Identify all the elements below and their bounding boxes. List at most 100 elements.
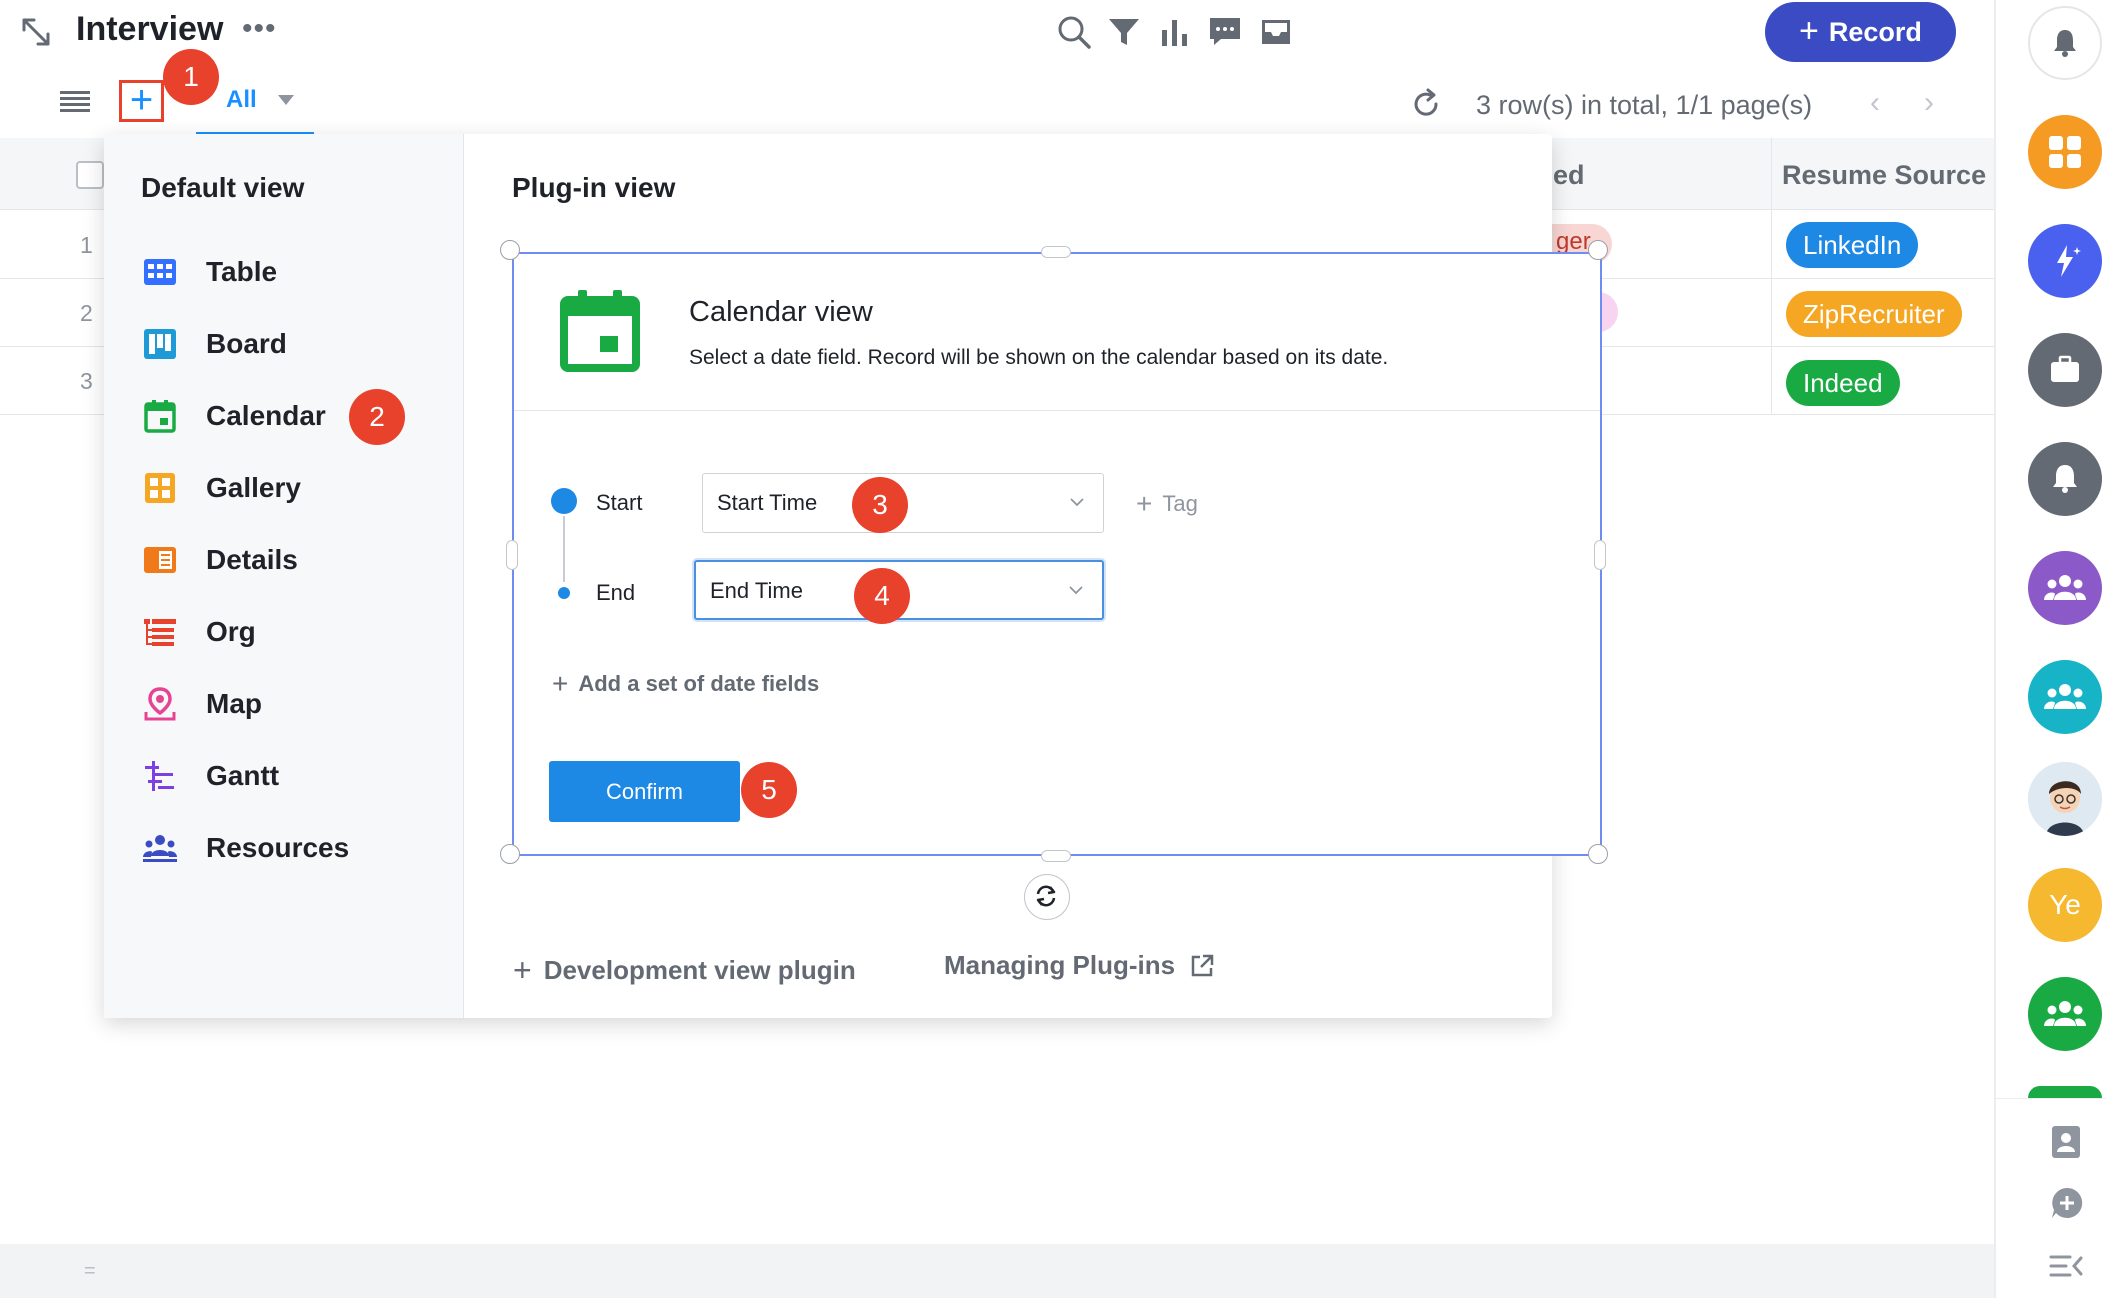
calendar-icon xyxy=(144,400,176,433)
resize-handle-left[interactable] xyxy=(506,540,518,570)
gantt-icon xyxy=(145,761,174,791)
view-option-map[interactable]: Map xyxy=(142,682,262,726)
team-app-button[interactable] xyxy=(2028,660,2102,734)
column-header-resume-source[interactable]: Resume Source xyxy=(1782,160,1986,191)
resize-handle-top-left[interactable] xyxy=(500,240,520,260)
bottom-status-bar: = xyxy=(0,1244,1994,1298)
add-chat-icon[interactable] xyxy=(2050,1186,2084,1220)
collapse-sidebar-icon[interactable] xyxy=(2048,1252,2084,1280)
briefcase-app-button[interactable] xyxy=(2028,333,2102,407)
resize-grip-icon[interactable]: = xyxy=(84,1260,96,1283)
resize-handle-top[interactable] xyxy=(1041,246,1071,258)
resources-icon xyxy=(143,835,177,862)
resize-handle-bottom[interactable] xyxy=(1041,850,1071,862)
add-tag-link[interactable]: + Tag xyxy=(1136,486,1198,519)
view-option-table[interactable]: Table xyxy=(142,250,277,294)
view-option-details[interactable]: Details xyxy=(142,538,298,582)
row-number: 2 xyxy=(80,300,93,326)
comment-icon[interactable] xyxy=(1205,12,1245,52)
card-description: Select a date field. Record will be show… xyxy=(689,346,1389,369)
chevron-left-icon[interactable]: ‹ xyxy=(1870,86,1880,120)
bell-app-button[interactable] xyxy=(2028,442,2102,516)
view-option-board[interactable]: Board xyxy=(142,322,287,366)
contacts-icon[interactable] xyxy=(2050,1124,2082,1160)
view-option-label: Details xyxy=(206,544,298,575)
view-option-label: Calendar xyxy=(206,400,326,431)
add-record-button[interactable]: + Record xyxy=(1765,2,1956,62)
select-value: Start Time xyxy=(717,490,818,515)
partial-app-button[interactable] xyxy=(2028,1086,2102,1098)
resize-handle-top-right[interactable] xyxy=(1588,240,1608,260)
chart-icon[interactable] xyxy=(1155,12,1195,52)
add-date-fields-link[interactable]: + Add a set of date fields xyxy=(552,666,819,699)
view-option-label: Board xyxy=(206,328,287,359)
group-app-button[interactable] xyxy=(2028,551,2102,625)
magic-app-button[interactable] xyxy=(2028,224,2102,298)
grid-app-icon xyxy=(2049,136,2081,168)
development-view-plugin-label: Development view plugin xyxy=(543,955,856,985)
view-option-gantt[interactable]: Gantt xyxy=(142,754,279,798)
add-view-button[interactable]: + xyxy=(119,80,164,122)
step-badge: 1 xyxy=(163,49,219,105)
view-option-org[interactable]: Org xyxy=(142,610,256,654)
grid-app-button[interactable] xyxy=(2028,115,2102,189)
notification-bell-button[interactable] xyxy=(2028,6,2102,80)
resize-handle-bottom-left[interactable] xyxy=(500,844,520,864)
green-group-app-icon xyxy=(2044,1001,2086,1026)
menu-icon[interactable] xyxy=(60,90,90,114)
filter-icon[interactable] xyxy=(1104,12,1144,52)
column-header-partial: ed xyxy=(1553,160,1585,190)
view-option-label: Gantt xyxy=(206,760,280,791)
resume-source-tag: ZipRecruiter xyxy=(1786,291,1962,337)
resume-source-tag: Indeed xyxy=(1786,360,1900,406)
briefcase-app-icon xyxy=(2051,355,2079,382)
step-badge: 3 xyxy=(852,477,908,533)
refresh-icon[interactable] xyxy=(1410,88,1442,120)
resize-handle-right[interactable] xyxy=(1594,540,1606,570)
caret-down-icon[interactable] xyxy=(278,95,294,105)
inbox-icon[interactable] xyxy=(1256,12,1296,52)
resume-source-tag: LinkedIn xyxy=(1786,222,1919,268)
calendar-icon xyxy=(560,290,640,372)
ye-avatar[interactable]: Ye xyxy=(2028,868,2102,942)
development-view-plugin-link[interactable]: + Development view plugin xyxy=(513,950,856,988)
details-icon xyxy=(144,547,176,573)
end-marker xyxy=(558,587,570,599)
more-icon[interactable]: ••• xyxy=(242,12,277,46)
step-badge: 4 xyxy=(854,568,910,624)
column-divider xyxy=(1771,138,1772,414)
managing-plugins-link[interactable]: Managing Plug-ins xyxy=(944,950,1215,981)
map-pin-icon xyxy=(144,687,176,721)
timeline-connector xyxy=(563,516,565,582)
plus-icon: + xyxy=(552,668,569,699)
chevron-right-icon[interactable]: › xyxy=(1924,86,1934,120)
expand-icon[interactable] xyxy=(20,16,52,48)
row-number: 3 xyxy=(80,368,93,394)
plugin-view-title: Plug-in view xyxy=(512,172,676,203)
view-option-gallery[interactable]: Gallery xyxy=(142,466,301,510)
green-group-app-button[interactable] xyxy=(2028,977,2102,1051)
step-badge: 2 xyxy=(349,389,405,445)
card-title: Calendar view xyxy=(689,296,873,328)
card-divider xyxy=(514,410,1600,411)
calendar-view-plugin-card[interactable]: Calendar view Select a date field. Recor… xyxy=(512,252,1602,856)
confirm-button[interactable]: Confirm xyxy=(549,761,740,822)
select-value: End Time xyxy=(710,578,803,603)
user-avatar-image xyxy=(2028,762,2102,836)
external-link-icon xyxy=(1191,954,1214,976)
group-app-icon xyxy=(2044,575,2086,600)
sidebar-divider xyxy=(1996,1098,2106,1099)
user-avatar[interactable] xyxy=(2028,762,2102,836)
view-option-calendar[interactable]: Calendar xyxy=(142,394,326,438)
start-marker xyxy=(551,488,577,514)
select-all-checkbox[interactable] xyxy=(76,161,104,189)
view-option-resources[interactable]: Resources xyxy=(142,826,349,870)
table-icon xyxy=(144,259,176,285)
plus-icon: + xyxy=(513,952,532,988)
search-icon[interactable] xyxy=(1054,12,1094,52)
start-label: Start xyxy=(596,490,643,515)
rotate-handle[interactable] xyxy=(1024,874,1070,920)
tab-all[interactable]: All xyxy=(226,86,257,114)
org-icon xyxy=(144,619,176,646)
resize-handle-bottom-right[interactable] xyxy=(1588,844,1608,864)
